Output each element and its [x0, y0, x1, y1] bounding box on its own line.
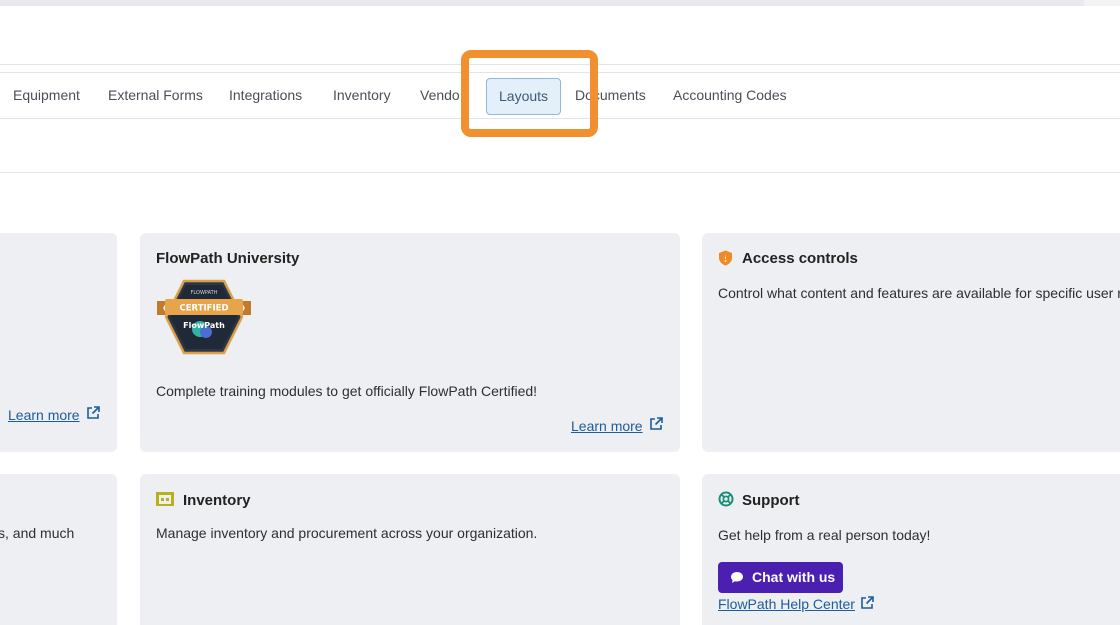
external-link-icon[interactable]	[860, 596, 874, 610]
external-link-icon[interactable]	[649, 417, 663, 431]
card-left-top: Learn more	[0, 233, 117, 452]
header-divider	[0, 64, 1120, 65]
section-divider	[0, 172, 1120, 173]
settings-nav: Equipment External Forms Integrations In…	[0, 72, 1120, 119]
nav-tab-accounting-codes[interactable]: Accounting Codes	[673, 87, 787, 103]
shield-icon	[719, 250, 732, 266]
card-access-controls: Access controls Control what content and…	[702, 233, 1120, 452]
certified-badge-icon: CERTIFIED FLOWPATH FlowPath	[157, 279, 251, 355]
nav-tab-equipment[interactable]: Equipment	[13, 87, 80, 103]
chat-button-label: Chat with us	[752, 569, 836, 585]
badge-ribbon-text: CERTIFIED	[180, 304, 229, 314]
card-flowpath-university: FlowPath University CERTIFIED FLOWPATH F…	[140, 233, 680, 452]
nav-tab-layouts[interactable]: Layouts	[486, 78, 562, 115]
card-inventory: Inventory Manage inventory and procureme…	[140, 474, 680, 625]
browser-top-bar	[0, 0, 1120, 6]
nav-tab-documents[interactable]: Documents	[575, 87, 646, 103]
card-left-bottom: s, and much	[0, 474, 117, 625]
nav-tab-inventory[interactable]: Inventory	[333, 87, 391, 103]
badge-name-text: FlowPath	[183, 321, 225, 330]
card-title: Inventory	[183, 492, 251, 509]
nav-tab-integrations[interactable]: Integrations	[229, 87, 302, 103]
badge-top-text: FLOWPATH	[191, 290, 218, 296]
nav-tab-vendors[interactable]: Vendo	[420, 87, 460, 103]
learn-more-link[interactable]: Learn more	[8, 407, 80, 423]
card-description: s, and much	[0, 525, 75, 541]
warehouse-icon	[156, 492, 174, 506]
card-title: Support	[742, 492, 800, 509]
card-title: FlowPath University	[156, 250, 300, 267]
help-center-link[interactable]: FlowPath Help Center	[718, 596, 855, 612]
card-description: Manage inventory and procurement across …	[156, 525, 538, 541]
lifebuoy-icon	[718, 491, 734, 507]
card-title: Access controls	[742, 250, 858, 267]
nav-tab-external-forms[interactable]: External Forms	[108, 87, 203, 103]
card-description: Get help from a real person today!	[718, 527, 931, 543]
chat-with-us-button[interactable]: Chat with us	[718, 562, 843, 593]
card-description: Complete training modules to get officia…	[156, 383, 538, 399]
external-link-icon[interactable]	[86, 406, 100, 420]
card-description: Control what content and features are av…	[718, 285, 1120, 301]
chat-bubble-icon	[731, 572, 743, 583]
top-bar-notch	[1084, 0, 1120, 6]
learn-more-link[interactable]: Learn more	[571, 418, 643, 434]
